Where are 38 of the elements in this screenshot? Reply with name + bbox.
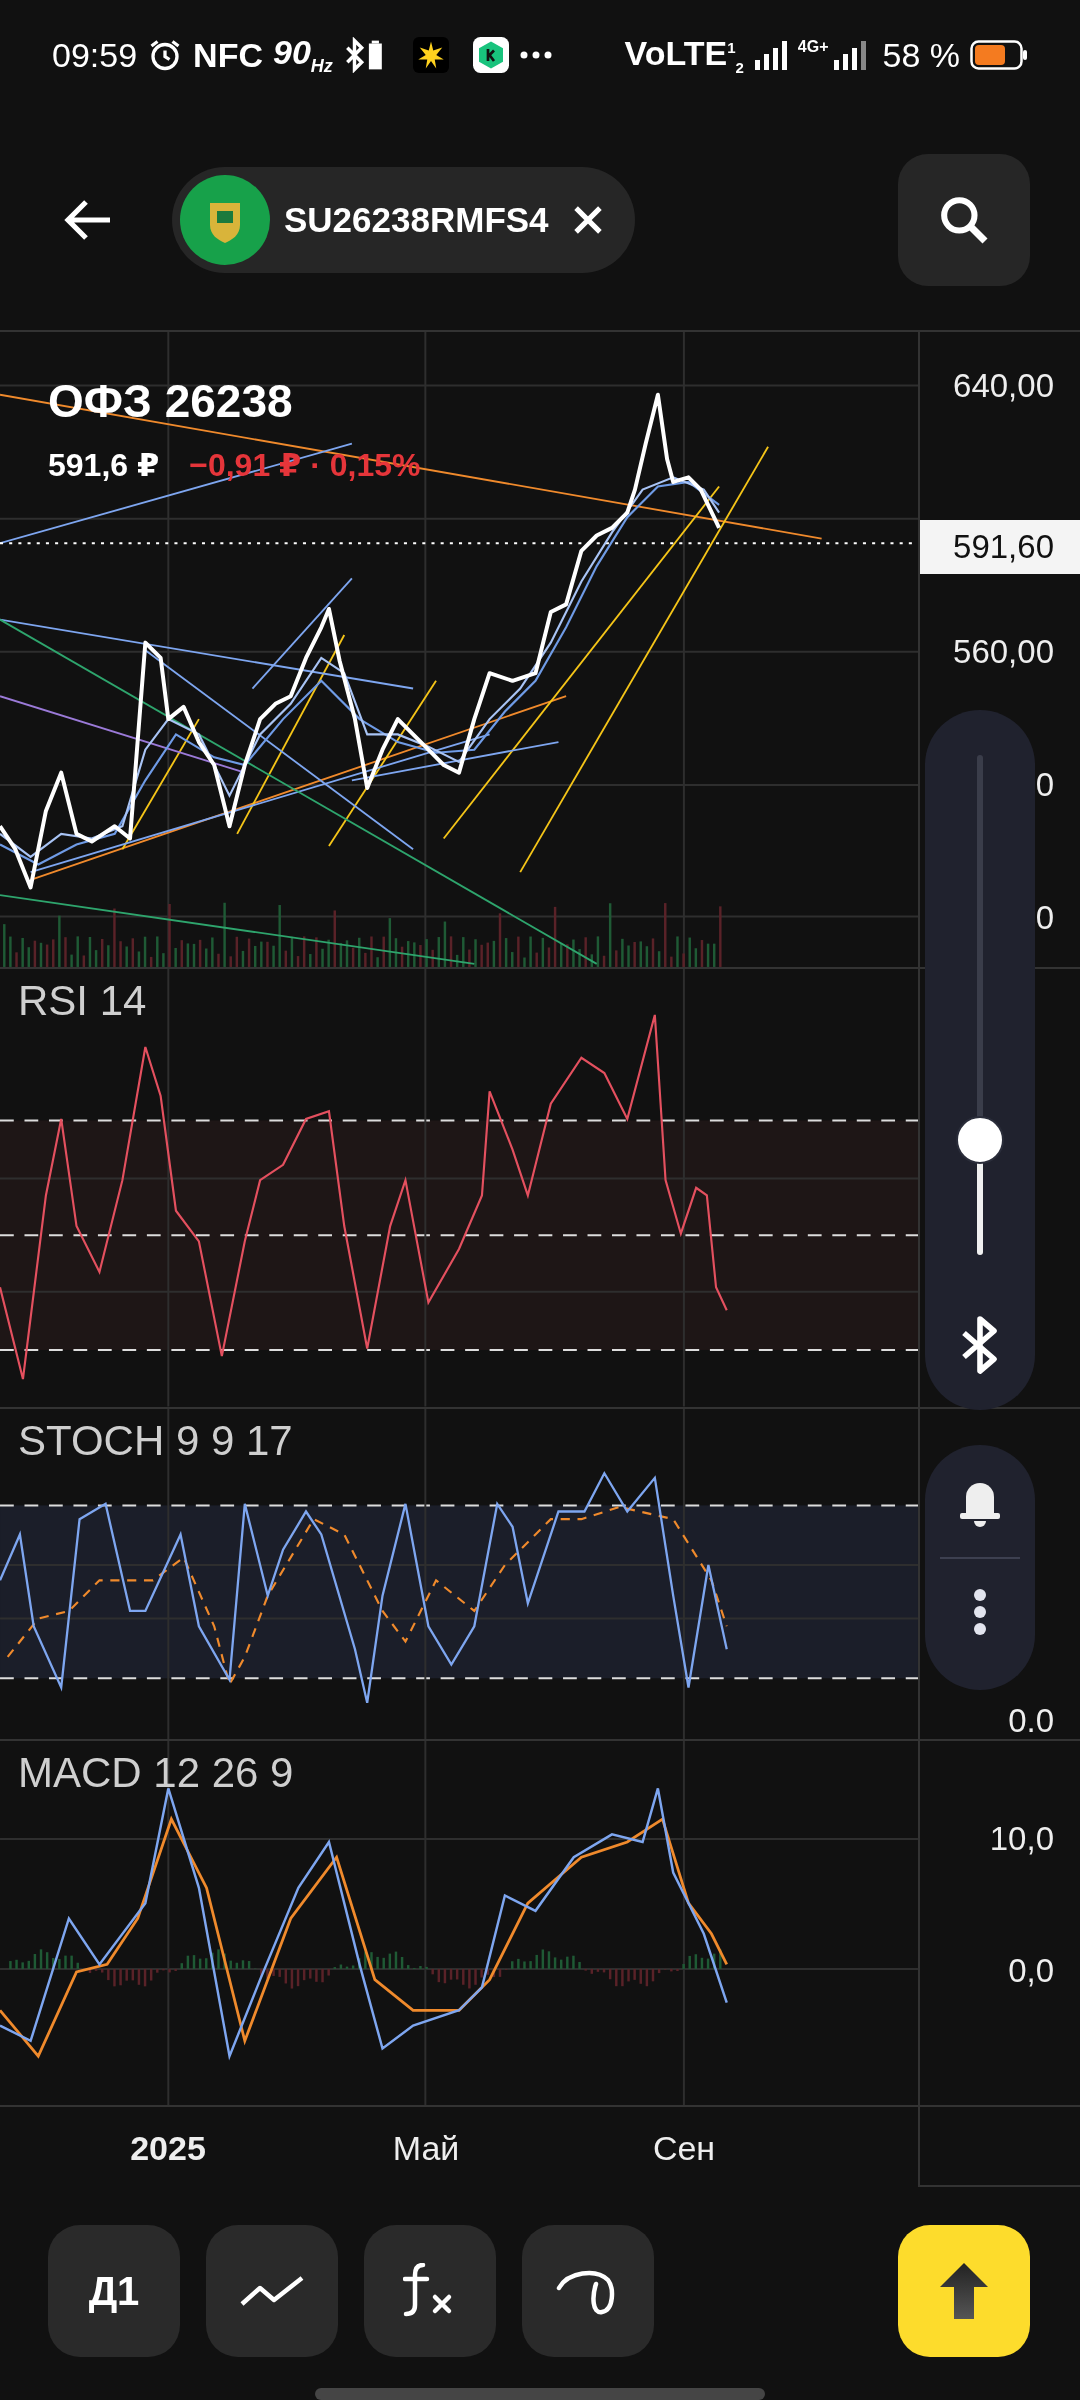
time-axis-label: Май [392, 2129, 460, 2169]
axis-label: 0 [1035, 766, 1054, 804]
current-price-label: 591,60 [920, 520, 1080, 574]
sparkle-app-icon [412, 37, 449, 73]
instrument-chip[interactable]: SU26238RMFS4 [172, 167, 635, 273]
more-options-icon[interactable] [972, 1587, 988, 1637]
refresh-rate: 90$_{Hz}$ [273, 33, 333, 77]
time-axis-label: Сен [652, 2129, 716, 2169]
axis-label: 640,00 [953, 367, 1054, 405]
signal-icon [832, 40, 867, 70]
nfc-indicator: NFC [193, 35, 263, 75]
mobile-data-indicator: 4G+ [797, 38, 829, 56]
axis-label: 10,0 [989, 1820, 1054, 1859]
signal-icon [753, 40, 788, 70]
axis-label: 0,0 [1008, 1952, 1054, 1991]
search-button[interactable] [898, 154, 1030, 286]
last-price: 591,6 ₽ [48, 446, 160, 484]
chart-type-button[interactable] [206, 2225, 338, 2358]
indicators-button[interactable] [364, 2225, 496, 2358]
ticker-text: SU26238RMFS4 [284, 200, 549, 240]
axis-label: 560,00 [953, 633, 1054, 671]
more-notifications-icon [518, 49, 553, 61]
line-chart-icon [240, 2276, 304, 2307]
letter-k-app-icon [472, 37, 509, 73]
interval-button[interactable]: Д1 [48, 2225, 180, 2358]
indicator-label: RSI 14 [18, 977, 147, 1025]
battery-percent: 58 % [882, 35, 960, 75]
up-arrow-icon [938, 2261, 990, 2322]
emblem-icon [180, 175, 270, 265]
battery-icon [970, 40, 1028, 70]
indicator-label: STOCH 9 9 17 [18, 1416, 293, 1465]
status-time: 09:59 [52, 35, 138, 75]
time-axis-label: 2025 [130, 2129, 206, 2169]
axis-label: 0 [1035, 899, 1054, 937]
drawing-tools-button[interactable] [522, 2225, 654, 2358]
axis-label: 0.0 [1008, 1701, 1054, 1740]
trade-button[interactable] [898, 2225, 1030, 2358]
indicator-label: MACD 12 26 9 [18, 1749, 294, 1798]
